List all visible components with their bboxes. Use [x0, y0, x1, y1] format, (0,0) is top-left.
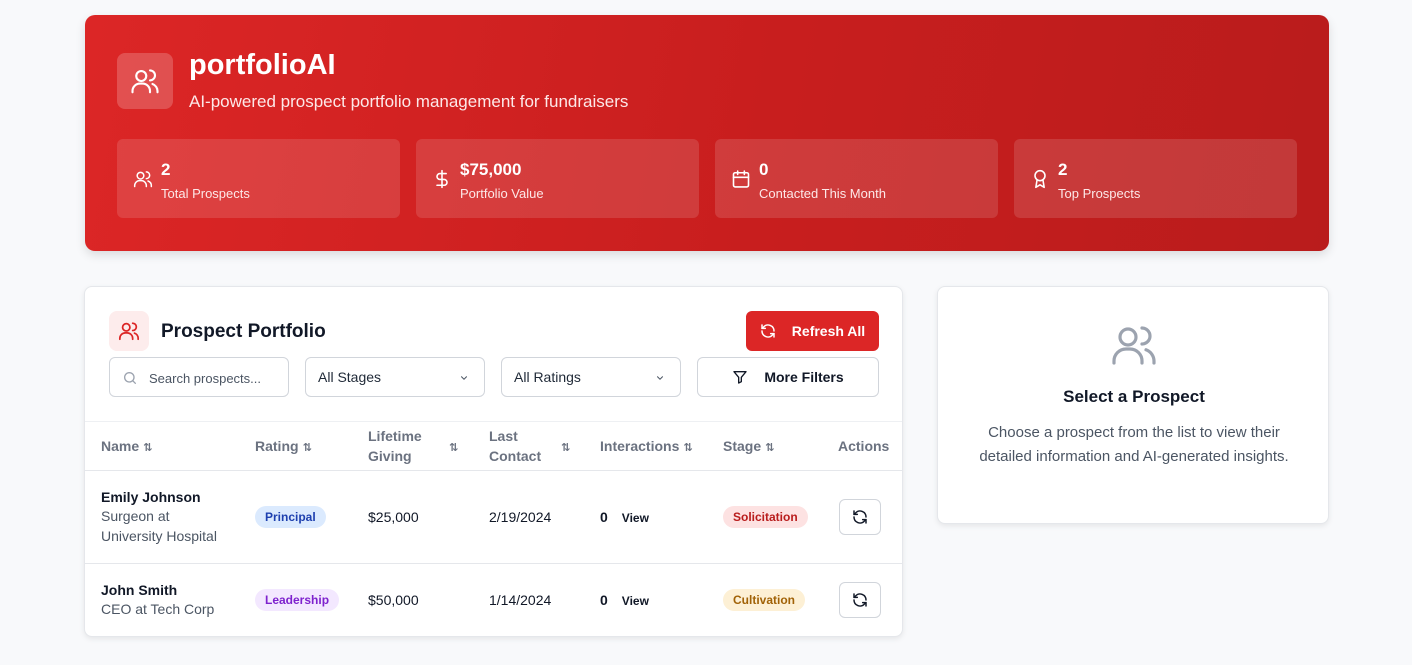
- interactions-cell: 0 View: [600, 509, 649, 525]
- view-interactions-link[interactable]: View: [622, 511, 649, 525]
- column-header-last-contact[interactable]: Last Contact: [489, 426, 545, 466]
- search-icon: [124, 372, 136, 384]
- stat-value: 2: [161, 160, 171, 179]
- sort-icon[interactable]: ⇅: [445, 436, 458, 458]
- table-row[interactable]: Emily Johnson Surgeon at University Hosp…: [85, 471, 902, 564]
- prospect-role: CEO at Tech Corp: [101, 601, 215, 617]
- more-filters-label: More Filters: [764, 369, 844, 385]
- rating-badge: Leadership: [255, 589, 340, 611]
- refresh-icon: [853, 593, 867, 607]
- stage-filter-value: All Stages: [318, 369, 382, 385]
- prospect-portfolio-panel: Prospect Portfolio Refresh All All Stage…: [84, 286, 903, 637]
- lifetime-giving: $50,000: [368, 592, 419, 608]
- users-icon: [133, 168, 153, 190]
- interactions-count: 0: [600, 509, 608, 525]
- column-header-interactions[interactable]: Interactions ⇅: [600, 436, 693, 458]
- stat-card-total-prospects: 2 Total Prospects: [117, 139, 400, 218]
- prospect-name-cell: Emily Johnson Surgeon at University Hosp…: [101, 489, 231, 546]
- refresh-icon: [853, 510, 867, 524]
- sort-icon: ⇅: [302, 442, 312, 454]
- refresh-prospect-button[interactable]: [839, 499, 881, 535]
- interactions-count: 0: [600, 592, 608, 608]
- users-icon: [1110, 321, 1158, 369]
- last-contact: 1/14/2024: [489, 592, 552, 608]
- users-icon: [117, 53, 173, 109]
- prospect-name-cell: John Smith CEO at Tech Corp: [101, 582, 241, 619]
- stat-value: $75,000: [460, 160, 522, 179]
- refresh-all-button[interactable]: Refresh All: [746, 311, 879, 351]
- filter-icon: [733, 371, 747, 384]
- lifetime-giving: $25,000: [368, 509, 419, 525]
- stage-badge: Solicitation: [723, 506, 808, 528]
- table-header: Name ⇅ Rating ⇅ Lifetime Giving ⇅ Last Con…: [85, 421, 902, 471]
- prospect-detail-panel: Select a Prospect Choose a prospect from…: [937, 286, 1329, 524]
- sort-icon: ⇅: [683, 442, 693, 454]
- stage-badge: Cultivation: [723, 589, 805, 611]
- calendar-icon: [731, 168, 751, 190]
- more-filters-button[interactable]: More Filters: [697, 357, 879, 397]
- panel-title: Prospect Portfolio: [161, 321, 326, 342]
- view-interactions-link[interactable]: View: [622, 594, 649, 608]
- stat-card-contacted: 0 Contacted This Month: [715, 139, 998, 218]
- stat-value: 2: [1058, 160, 1068, 179]
- sort-icon: ⇅: [765, 442, 775, 454]
- prospect-name: Emily Johnson: [101, 489, 201, 505]
- column-header-stage[interactable]: Stage ⇅: [723, 436, 774, 458]
- column-header-name[interactable]: Name ⇅: [101, 436, 152, 458]
- empty-state-text: Choose a prospect from the list to view …: [979, 424, 1289, 465]
- stat-label: Portfolio Value: [460, 186, 544, 201]
- stat-label: Contacted This Month: [759, 186, 886, 201]
- stat-value: 0: [759, 160, 769, 179]
- stat-label: Total Prospects: [161, 186, 250, 201]
- app-title: portfolioAI: [189, 49, 336, 81]
- chevron-down-icon: [656, 376, 664, 380]
- empty-state-title: Select a Prospect: [1063, 387, 1205, 406]
- app-subtitle: AI-powered prospect portfolio management…: [189, 92, 629, 111]
- column-header-rating[interactable]: Rating ⇅: [255, 436, 312, 458]
- stage-filter-select[interactable]: All Stages: [305, 357, 485, 397]
- table-row[interactable]: John Smith CEO at Tech Corp Leadership $…: [85, 564, 902, 636]
- refresh-icon: [761, 324, 775, 338]
- search-input[interactable]: [149, 367, 279, 389]
- column-header-actions: Actions: [838, 438, 890, 454]
- refresh-prospect-button[interactable]: [839, 582, 881, 618]
- stat-card-portfolio-value: $75,000 Portfolio Value: [416, 139, 699, 218]
- sort-icon: ⇅: [143, 442, 153, 454]
- hero-header: portfolioAI AI-powered prospect portfoli…: [85, 15, 1329, 251]
- dollar-icon: [432, 168, 452, 190]
- rating-filter-value: All Ratings: [514, 369, 581, 385]
- chevron-down-icon: [460, 376, 468, 380]
- refresh-all-label: Refresh All: [791, 323, 866, 339]
- sort-icon[interactable]: ⇅: [557, 436, 570, 458]
- column-header-lifetime-giving[interactable]: Lifetime Giving: [368, 426, 432, 466]
- prospect-role: Surgeon at University Hospital: [101, 508, 217, 544]
- stat-card-top-prospects: 2 Top Prospects: [1014, 139, 1297, 218]
- stat-label: Top Prospects: [1058, 186, 1141, 201]
- rating-badge: Principal: [255, 506, 326, 528]
- search-box: [109, 357, 289, 397]
- last-contact: 2/19/2024: [489, 509, 552, 525]
- users-icon: [109, 311, 149, 351]
- award-icon: [1030, 168, 1050, 190]
- rating-filter-select[interactable]: All Ratings: [501, 357, 681, 397]
- prospect-name: John Smith: [101, 582, 178, 598]
- interactions-cell: 0 View: [600, 592, 649, 608]
